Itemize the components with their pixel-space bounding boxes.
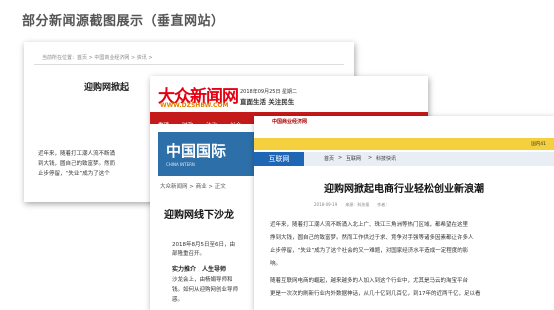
- nav-item[interactable]: 时政: [182, 121, 193, 129]
- article-paragraph: 部隆重召开。: [172, 251, 206, 257]
- banner-subtitle: CHINA INTERN: [166, 162, 195, 167]
- article-title: 迎购网掀起电商行业轻松创业新浪潮: [324, 184, 484, 195]
- city-label[interactable]: 国内41: [531, 141, 546, 147]
- article-paragraph: 钱。如何从迎购网创业导师: [172, 287, 239, 293]
- breadcrumb[interactable]: 大众新闻网 > 商业 > 正文: [160, 182, 226, 190]
- article-title: 迎购网线下沙龙: [164, 210, 234, 221]
- article-paragraph: 止步停留，“失业”成为了这个社会的又一难题，对国家经济水平造成一定程度的影: [270, 248, 469, 254]
- article-paragraph: 止步停留，“失业”成为了这个: [38, 171, 110, 177]
- screenshot-china-commerce: 中国商业经济网 产品方案 引领高端化 应用程序商业应用 雨后电机网络收藏 国内4…: [254, 116, 554, 310]
- article-paragraph: 挣到大钱，圆自己的致富梦。然而工作供过于求、竞争对手强等诸多因素都让许多人: [270, 235, 474, 241]
- header-row: 中国商业经济网: [254, 116, 554, 128]
- article-paragraph: 到大钱，圆自己的致富梦。然而: [38, 161, 116, 167]
- article-paragraph: 更是一次次的刷新行业内外数据神话，从几十亿到几百亿，到17年的近两千亿，足以看: [270, 291, 481, 297]
- breadcrumb-tech[interactable]: 科技快讯: [376, 155, 396, 162]
- slide-title: 部分新闻源截图展示（垂直网站）: [22, 14, 225, 29]
- article-paragraph: 随着互联网电商的崛起，越来越多的人加入到这个行业中，尤其是马云的淘宝平台: [270, 278, 469, 284]
- site-url: WWW.DZSHBW.COM: [160, 102, 229, 109]
- breadcrumb-home[interactable]: 首页: [324, 155, 334, 162]
- article-paragraph: 2018年8月5日至6日，由: [172, 242, 235, 248]
- nav-item[interactable]: 法治: [206, 121, 217, 129]
- slogan: 直面生活 关注民生: [240, 98, 295, 106]
- channel-bar: 互联网 首页 > 互联网 > 科技快讯: [254, 152, 554, 166]
- tab-internet[interactable]: 互联网: [254, 152, 304, 166]
- article-paragraph: 近年来，随着打工潮人流不断涌: [38, 151, 116, 157]
- breadcrumb[interactable]: 当前所在位置：首页 > 中国商业经济网 > 资讯 >: [42, 54, 153, 61]
- article-paragraph: 近年来，随着打工潮人流不断涌入北上广、珠江三角洲等热门区域，都希望在这里: [270, 222, 469, 228]
- nav-item[interactable]: 社会: [230, 121, 241, 129]
- article-title: 迎购网掀起: [84, 83, 130, 93]
- nav-item[interactable]: 重磅: [158, 121, 169, 129]
- divider: [34, 64, 344, 65]
- article-paragraph: 惑。: [172, 297, 184, 303]
- breadcrumb-internet[interactable]: 互联网: [346, 155, 361, 162]
- breadcrumb-separator: >: [338, 155, 343, 161]
- ad-banner[interactable]: 中国国际 CHINA INTERN: [158, 132, 268, 176]
- top-nav: 产品方案 引领高端化 应用程序商业应用 雨后电机网络收藏: [254, 128, 554, 145]
- section-heading: 实力推介 人生导师: [172, 266, 227, 273]
- yellow-bar: 国内41: [254, 138, 554, 150]
- breadcrumb-separator: >: [368, 155, 373, 161]
- date-label: 2018年09月25日 星期二: [240, 89, 298, 95]
- article-meta: 2018-09-19 来源：科技报 作者：: [314, 202, 390, 207]
- article-paragraph: 响。: [270, 261, 282, 267]
- site-logo[interactable]: 中国商业经济网: [272, 118, 307, 125]
- article-paragraph: 沙龙会上，由杨娟导师和: [172, 277, 233, 283]
- banner-title: 中国国际: [166, 142, 227, 160]
